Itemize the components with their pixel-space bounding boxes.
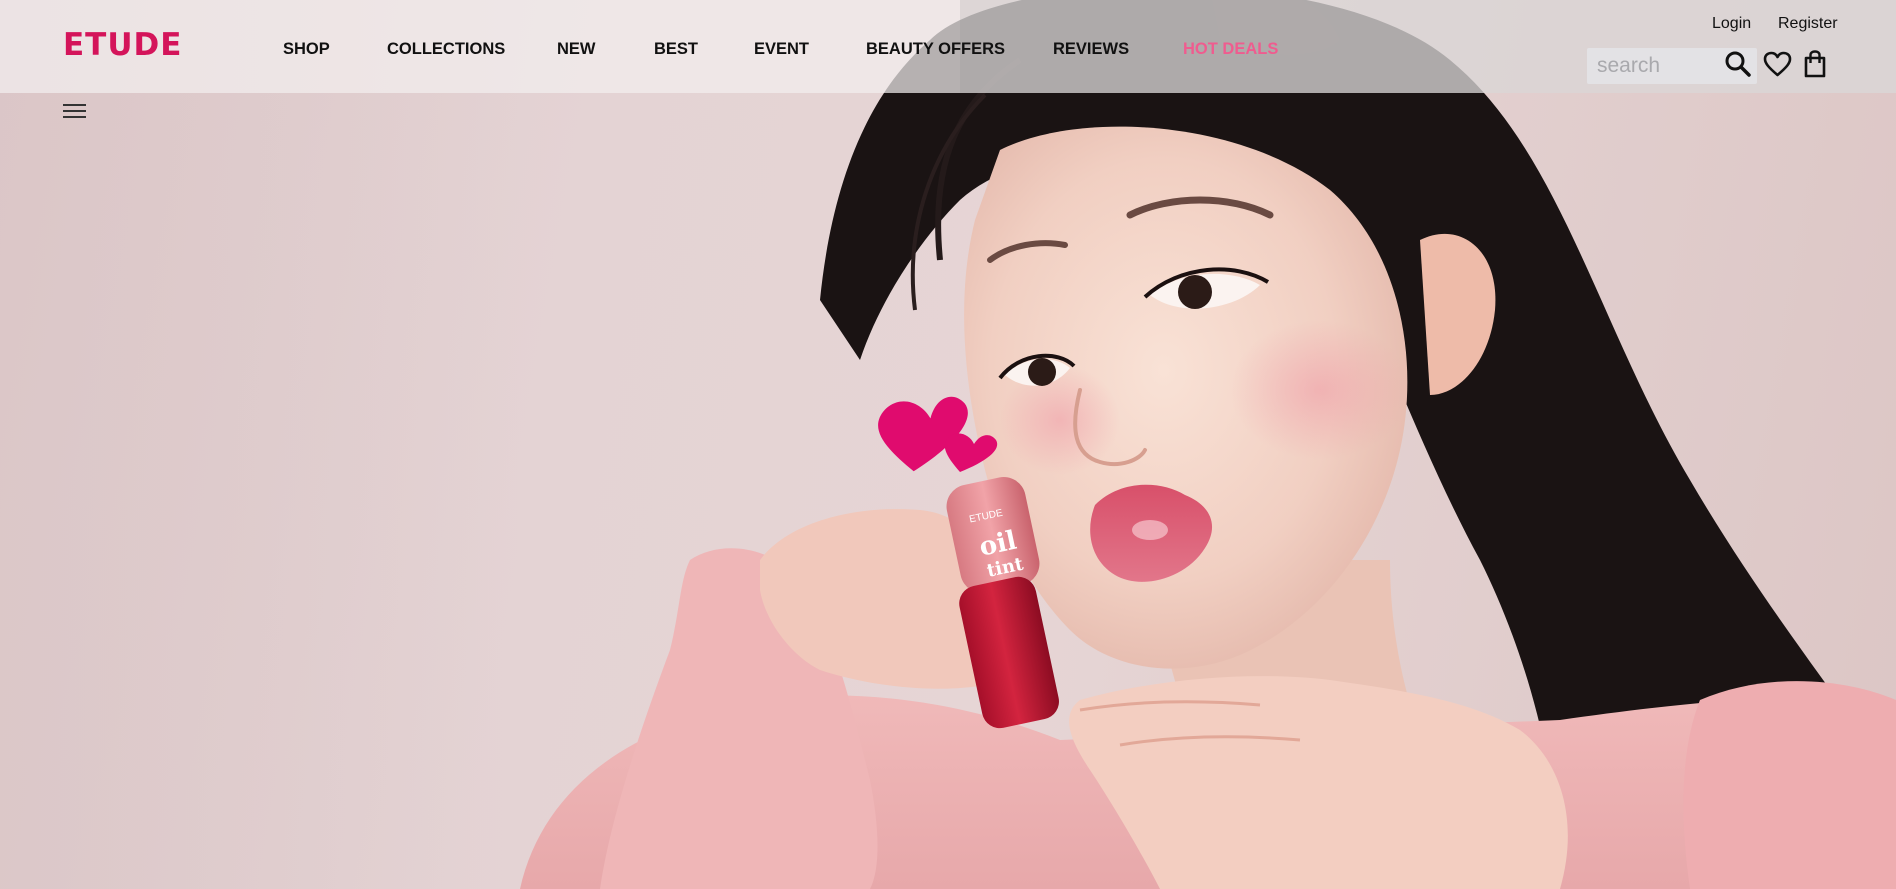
hero-banner-image[interactable]: ETUDE oil tint xyxy=(0,0,1896,889)
nav-item-event[interactable]: EVENT xyxy=(754,40,809,59)
page: ETUDE oil tint ETUDE SHOP COLLECTIONS NE… xyxy=(0,0,1896,889)
site-header: ETUDE SHOP COLLECTIONS NEW BEST EVENT BE… xyxy=(0,0,1896,93)
nav-item-new[interactable]: NEW xyxy=(557,40,596,59)
shopping-bag-icon[interactable] xyxy=(1803,50,1827,78)
nav-item-shop[interactable]: SHOP xyxy=(283,40,330,59)
search-icon[interactable] xyxy=(1724,50,1752,78)
heart-icon[interactable] xyxy=(1763,51,1792,78)
nav-item-beauty-offers[interactable]: BEAUTY OFFERS xyxy=(866,40,1005,59)
register-link[interactable]: Register xyxy=(1778,15,1838,33)
login-link[interactable]: Login xyxy=(1712,15,1751,33)
nav-item-hot-deals[interactable]: HOT DEALS xyxy=(1183,40,1278,59)
etude-logo[interactable]: ETUDE xyxy=(63,30,182,61)
hamburger-menu-icon[interactable] xyxy=(63,102,87,120)
nav-item-collections[interactable]: COLLECTIONS xyxy=(387,40,505,59)
nav-item-reviews[interactable]: REVIEWS xyxy=(1053,40,1129,59)
nav-item-best[interactable]: BEST xyxy=(654,40,698,59)
search-input[interactable] xyxy=(1587,48,1727,84)
